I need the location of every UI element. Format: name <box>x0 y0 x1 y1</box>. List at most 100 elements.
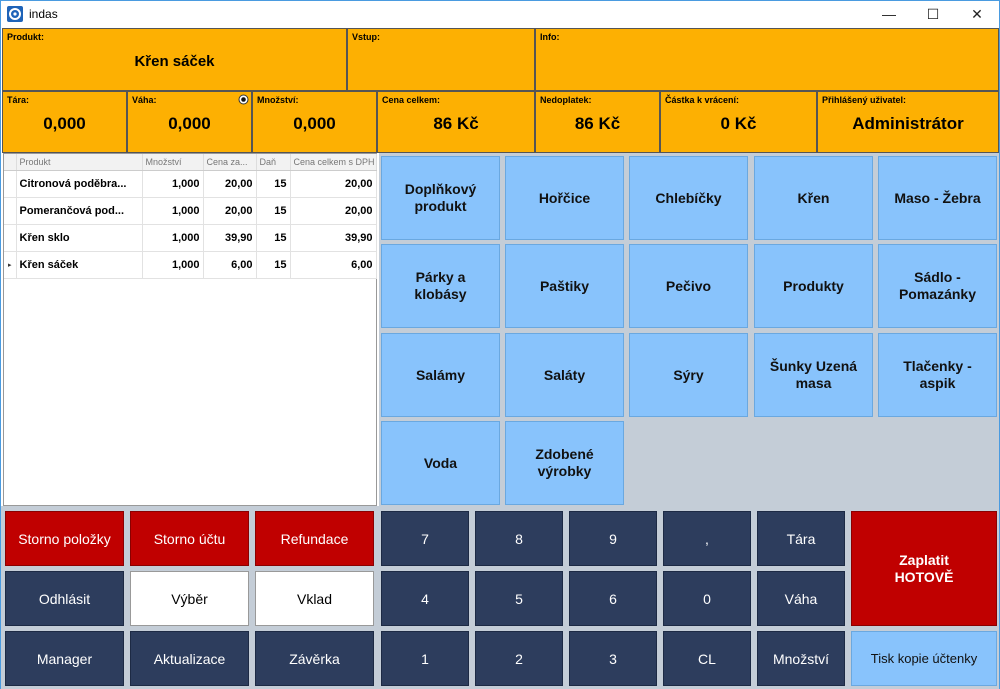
table-row[interactable]: Pomerančová pod... 1,000 20,00 15 20,00 <box>4 197 377 225</box>
cell-produkt: Křen sáček <box>16 251 143 279</box>
close-button[interactable]: ✕ <box>955 1 999 27</box>
table-row[interactable]: Křen sklo 1,000 39,90 15 39,90 <box>4 224 377 252</box>
key-3-button[interactable]: 3 <box>569 631 657 686</box>
odhlasit-button[interactable]: Odhlásit <box>5 571 124 626</box>
window-title: indas <box>29 7 58 21</box>
minimize-button[interactable]: — <box>867 1 911 27</box>
uzivatel-value: Administrátor <box>852 114 964 133</box>
mnozstvi-button[interactable]: Množství <box>757 631 845 686</box>
aktualizace-button[interactable]: Aktualizace <box>130 631 249 686</box>
cell-dan: 15 <box>256 224 291 252</box>
key-7-button[interactable]: 7 <box>381 511 469 566</box>
vstup-panel[interactable]: Vstup: <box>347 28 535 91</box>
category-button[interactable]: Sádlo - Pomazánky <box>878 244 997 328</box>
castka-vraceni-value: 0 Kč <box>720 114 757 133</box>
cell-dan: 15 <box>256 170 291 198</box>
manager-button[interactable]: Manager <box>5 631 124 686</box>
key-8-button[interactable]: 8 <box>475 511 563 566</box>
refundace-button[interactable]: Refundace <box>255 511 374 566</box>
category-button[interactable]: Zdobené výrobky <box>505 421 624 505</box>
cena-celkem-value: 86 Kč <box>433 114 479 133</box>
zaverka-button[interactable]: Závěrka <box>255 631 374 686</box>
category-button[interactable]: Pečivo <box>629 244 748 328</box>
zaplatit-label: Zaplatit <box>899 551 949 568</box>
cell-cena-celkem: 20,00 <box>290 197 377 225</box>
cell-cena-celkem: 20,00 <box>290 170 377 198</box>
row-selector[interactable] <box>4 197 17 225</box>
tara-label: Tára: <box>7 95 30 105</box>
cell-dan: 15 <box>256 197 291 225</box>
category-button[interactable]: Chlebíčky <box>629 156 748 240</box>
cell-produkt: Křen sklo <box>16 224 143 252</box>
category-button[interactable]: Šunky Uzená masa <box>754 333 873 417</box>
mnozstvi-value: 0,000 <box>293 114 336 133</box>
nedoplatek-label: Nedoplatek: <box>540 95 592 105</box>
receipt-grid[interactable]: Produkt Množství Cena za... Daň Cena cel… <box>3 153 377 506</box>
category-button[interactable]: Hořčice <box>505 156 624 240</box>
cell-cena-za: 39,90 <box>203 224 257 252</box>
row-selector[interactable] <box>4 170 17 198</box>
category-button[interactable]: Tlačenky - aspik <box>878 333 997 417</box>
key-4-button[interactable]: 4 <box>381 571 469 626</box>
cell-cena-celkem: 6,00 <box>290 251 377 279</box>
key-2-button[interactable]: 2 <box>475 631 563 686</box>
category-button[interactable]: Saláty <box>505 333 624 417</box>
tara-value: 0,000 <box>43 114 86 133</box>
table-row-selected[interactable]: ▸ Křen sáček 1,000 6,00 15 6,00 <box>4 251 377 279</box>
key-comma-button[interactable]: , <box>663 511 751 566</box>
grid-header-dan[interactable]: Daň <box>256 154 291 171</box>
vklad-button[interactable]: Vklad <box>255 571 374 626</box>
storno-polozky-button[interactable]: Storno položky <box>5 511 124 566</box>
category-button[interactable]: Salámy <box>381 333 500 417</box>
key-9-button[interactable]: 9 <box>569 511 657 566</box>
vaha-value: 0,000 <box>168 114 211 133</box>
grid-header-row: Produkt Množství Cena za... Daň Cena cel… <box>4 154 377 171</box>
app-window: indas — ☐ ✕ Produkt: Křen sáček Vstup: I… <box>0 0 1000 689</box>
cell-produkt: Pomerančová pod... <box>16 197 143 225</box>
vyber-button[interactable]: Výběr <box>130 571 249 626</box>
category-button[interactable]: Maso - Žebra <box>878 156 997 240</box>
cena-celkem-label: Cena celkem: <box>382 95 441 105</box>
key-0-button[interactable]: 0 <box>663 571 751 626</box>
grid-header-cena-celkem[interactable]: Cena celkem s DPH <box>290 154 377 171</box>
category-button[interactable]: Párky a klobásy <box>381 244 500 328</box>
grid-header-cena-za[interactable]: Cena za... <box>203 154 257 171</box>
cell-mnozstvi: 1,000 <box>142 224 204 252</box>
table-row[interactable]: Citronová poděbra... 1,000 20,00 15 20,0… <box>4 170 377 198</box>
tisk-kopie-uctenky-button[interactable]: Tisk kopie účtenky <box>851 631 997 686</box>
vaha-panel: Váha: 0,000 <box>127 91 252 153</box>
category-button[interactable]: Doplňkový produkt <box>381 156 500 240</box>
vaha-radio-icon[interactable] <box>238 94 249 105</box>
maximize-button[interactable]: ☐ <box>911 1 955 27</box>
zaplatit-hotove-button[interactable]: Zaplatit HOTOVĚ <box>851 511 997 626</box>
grid-header-produkt[interactable]: Produkt <box>16 154 143 171</box>
category-button[interactable]: Paštiky <box>505 244 624 328</box>
grid-header-mnozstvi[interactable]: Množství <box>142 154 204 171</box>
grid-header-selector <box>4 154 17 171</box>
cena-celkem-panel: Cena celkem: 86 Kč <box>377 91 535 153</box>
category-button[interactable]: Sýry <box>629 333 748 417</box>
category-button[interactable]: Voda <box>381 421 500 505</box>
key-5-button[interactable]: 5 <box>475 571 563 626</box>
cell-mnozstvi: 1,000 <box>142 251 204 279</box>
cell-cena-za: 20,00 <box>203 197 257 225</box>
clear-button[interactable]: CL <box>663 631 751 686</box>
vaha-button[interactable]: Váha <box>757 571 845 626</box>
key-6-button[interactable]: 6 <box>569 571 657 626</box>
category-button[interactable]: Produkty <box>754 244 873 328</box>
storno-uctu-button[interactable]: Storno účtu <box>130 511 249 566</box>
row-selector[interactable] <box>4 224 17 252</box>
cell-produkt: Citronová poděbra... <box>16 170 143 198</box>
category-panel: Doplňkový produkt Hořčice Chlebíčky Křen… <box>379 153 999 506</box>
cell-mnozstvi: 1,000 <box>142 170 204 198</box>
nedoplatek-panel: Nedoplatek: 86 Kč <box>535 91 660 153</box>
produkt-label: Produkt: <box>7 32 44 42</box>
key-1-button[interactable]: 1 <box>381 631 469 686</box>
current-row-marker-icon[interactable]: ▸ <box>4 251 17 279</box>
cell-cena-za: 20,00 <box>203 170 257 198</box>
tara-button[interactable]: Tára <box>757 511 845 566</box>
cell-cena-celkem: 39,90 <box>290 224 377 252</box>
info-panel: Info: <box>535 28 999 91</box>
category-button[interactable]: Křen <box>754 156 873 240</box>
title-bar: indas — ☐ ✕ <box>1 1 999 27</box>
